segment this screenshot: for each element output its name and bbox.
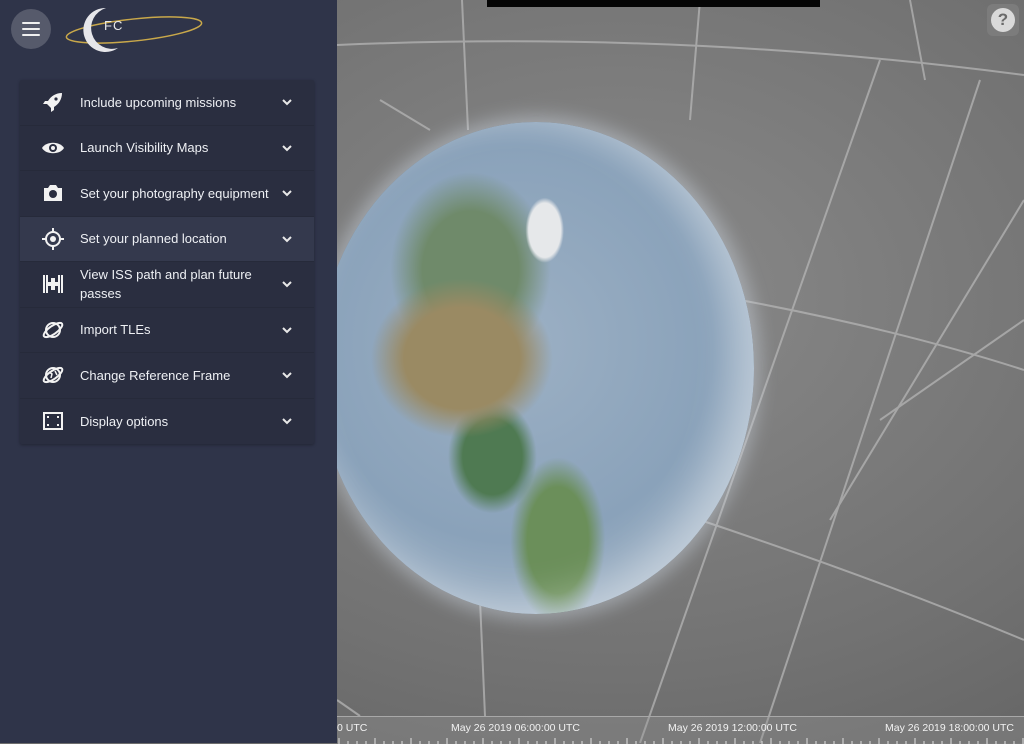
globe-orbit-icon [40,362,66,388]
accordion-item-photography-equipment[interactable]: Set your photography equipment [20,171,314,217]
accordion-item-planned-location[interactable]: Set your planned location [20,216,314,262]
hamburger-icon [22,28,40,30]
timeline-label: May 26 2019 12:00:00 UTC [668,722,797,734]
accordion-label: View ISS path and plan future passes [80,267,252,302]
hamburger-icon [22,22,40,24]
accordion-label: Import TLEs [80,322,151,338]
help-icon: ? [991,8,1015,32]
accordion-label: Change Reference Frame [80,367,231,383]
menu-button[interactable] [11,9,51,49]
timeline[interactable]: 0 UTC May 26 2019 06:00:00 UTC May 26 20… [337,716,1024,744]
accordion-label: Include upcoming missions [80,94,237,110]
options-accordion: Include upcoming missions Launch Visibil… [20,80,314,444]
accordion-item-upcoming-missions[interactable]: Include upcoming missions [20,80,314,126]
sidebar: FC Include upcoming missions Launch Visi… [0,0,337,743]
satellite-icon [40,271,66,297]
chevron-down-icon [282,418,292,425]
timeline-label: May 26 2019 18:00:00 UTC [885,722,1014,734]
timeline-label: May 26 2019 06:00:00 UTC [451,722,580,734]
chevron-down-icon [282,145,292,152]
accordion-label: Set your planned location [80,231,227,247]
logo: FC [62,2,204,54]
chevron-down-icon [282,236,292,243]
accordion-label: Launch Visibility Maps [80,140,209,156]
orbit-icon [40,317,66,343]
accordion-item-import-tles[interactable]: Import TLEs [20,308,314,353]
chevron-down-icon [282,99,292,106]
chevron-down-icon [282,372,292,379]
camera-icon [40,180,66,206]
rocket-icon [40,89,66,115]
chevron-down-icon [282,190,292,197]
eye-icon [40,135,66,161]
earth-globe[interactable] [318,122,754,614]
crosshair-icon [40,226,66,252]
accordion-item-visibility-maps[interactable]: Launch Visibility Maps [20,126,314,171]
help-button[interactable]: ? [987,4,1019,36]
accordion-item-iss-path[interactable]: View ISS path and plan future passes [20,262,314,308]
timeline-label: 0 UTC [337,722,368,734]
hamburger-icon [22,34,40,36]
display-frame-icon [40,408,66,434]
top-bar [487,0,820,7]
logo-icon [65,7,203,52]
chevron-down-icon [282,281,292,288]
accordion-item-reference-frame[interactable]: Change Reference Frame [20,353,314,399]
chevron-down-icon [282,327,292,334]
logo-text: FC [104,18,124,33]
accordion-label: Display options [80,413,169,429]
accordion-item-display-options[interactable]: Display options [20,399,314,445]
accordion-label: Set your photography equipment [80,185,269,201]
